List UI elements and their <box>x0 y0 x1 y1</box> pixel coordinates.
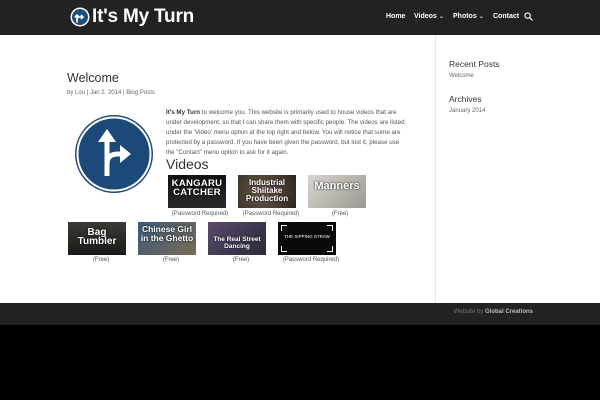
author-link[interactable]: Lou <box>75 90 85 96</box>
site-title[interactable]: It's My Turn <box>92 6 194 28</box>
footer-credit: Website by Global Creations <box>454 308 533 317</box>
post-date: Jan 2, 2014 <box>89 90 122 96</box>
frame-corner <box>281 246 287 252</box>
chevron-down-icon: ⌄ <box>438 14 444 20</box>
video-title: The Real Street Dancing <box>213 236 261 250</box>
nav-videos-label: Videos <box>414 13 437 20</box>
footer-credit-link[interactable]: Global Creations <box>485 309 533 315</box>
video-caption: (Free) <box>331 211 349 217</box>
search-icon[interactable] <box>524 12 533 21</box>
video-thumb-street-dancing[interactable]: The Real Street Dancing <box>208 222 266 255</box>
meta-separator: | <box>86 90 89 96</box>
video-thumb-sipping-straw[interactable]: THE SIPPING STRAW <box>278 222 336 255</box>
intro-paragraph: It's My Turn to welcome you. This websit… <box>166 108 406 158</box>
video-caption: (Password Required) <box>282 257 340 263</box>
intro-bold: It's My Turn <box>166 109 201 116</box>
video-title: Chinese Girl in the Ghetto <box>140 224 194 243</box>
meta-separator: | <box>122 90 125 96</box>
video-caption: (Password Required) <box>171 211 229 217</box>
video-title: Industrial Shiitake Production <box>245 178 289 203</box>
meta-prefix: by <box>67 90 74 96</box>
video-caption: (Free) <box>92 257 110 263</box>
video-title: Bag Tumbler <box>77 227 117 247</box>
nav-home-label: Home <box>386 13 406 20</box>
nav-contact[interactable]: Contact <box>493 12 519 22</box>
footer-prefix: Website by <box>453 309 485 315</box>
sidebar-divider <box>435 35 436 303</box>
video-thumb-kangaru[interactable]: KANGARU CATCHER <box>168 175 226 208</box>
logo-icon[interactable] <box>70 7 90 27</box>
nav-contact-label: Contact <box>493 13 520 20</box>
turn-sign-icon <box>75 115 153 193</box>
video-title: KANGARU CATCHER <box>171 178 223 198</box>
video-thumb-shiitake[interactable]: Industrial Shiitake Production <box>238 175 296 208</box>
intro-text: to welcome you. This website is primaril… <box>166 109 405 156</box>
video-caption: (Free) <box>232 257 250 263</box>
video-thumb-bag-tumbler[interactable]: Bag Tumbler <box>68 222 126 255</box>
post-title: Welcome <box>67 71 119 85</box>
nav-photos[interactable]: Photos ⌄ <box>453 12 484 22</box>
archives-heading: Archives <box>449 94 482 104</box>
category-link[interactable]: Blog Posts <box>126 90 155 96</box>
frame-corner <box>327 225 333 231</box>
video-thumb-manners[interactable]: Manners <box>308 175 366 208</box>
post-meta: by Lou | Jan 2, 2014 | Blog Posts <box>67 89 155 97</box>
frame-corner <box>327 246 333 252</box>
video-caption: (Free) <box>162 257 180 263</box>
recent-post-link[interactable]: Welcome <box>449 72 474 80</box>
frame-corner <box>281 225 287 231</box>
videos-heading: Videos <box>166 156 209 172</box>
video-title: THE SIPPING STRAW <box>284 234 330 239</box>
chevron-down-icon: ⌄ <box>478 14 484 20</box>
nav-videos[interactable]: Videos ⌄ <box>414 12 444 22</box>
video-thumb-chinese-girl[interactable]: Chinese Girl in the Ghetto <box>138 222 196 255</box>
nav-home[interactable]: Home <box>386 12 405 22</box>
nav-photos-label: Photos <box>453 13 477 20</box>
archive-link[interactable]: January 2014 <box>449 107 485 115</box>
video-title: Manners <box>314 180 360 192</box>
recent-posts-heading: Recent Posts <box>449 59 500 69</box>
video-caption: (Password Required) <box>242 211 300 217</box>
